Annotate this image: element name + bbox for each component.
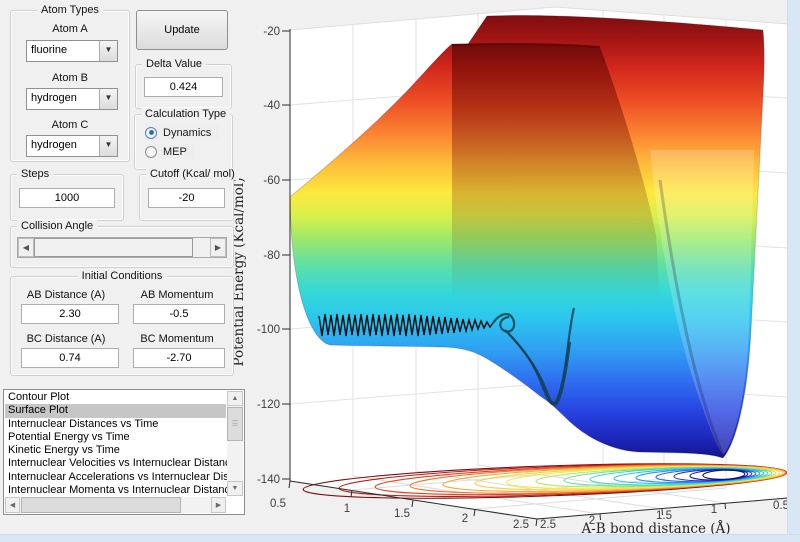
svg-text:-140: -140 xyxy=(257,474,280,486)
chevron-down-icon[interactable]: ▼ xyxy=(99,136,117,156)
radio-mep[interactable]: MEP xyxy=(145,144,195,159)
svg-text:-120: -120 xyxy=(257,399,280,411)
svg-text:1.5: 1.5 xyxy=(394,508,410,520)
atom-a-label: Atom A xyxy=(52,23,88,35)
atom-c-select[interactable]: hydrogen ▼ xyxy=(26,135,118,157)
list-item[interactable]: Internuclear Distances vs Time xyxy=(5,418,226,431)
atom-b-value: hydrogen xyxy=(31,92,77,104)
list-item[interactable]: Internuclear Momenta vs Internuclear Dis… xyxy=(5,484,236,497)
steps-group: Steps 1000 xyxy=(10,168,124,221)
bc-momentum-label: BC Momentum xyxy=(140,333,214,345)
delta-value-field[interactable]: 0.424 xyxy=(144,77,223,97)
atom-c-label: Atom C xyxy=(51,119,89,131)
window-frame-bottom xyxy=(0,534,800,542)
window-frame-right xyxy=(787,0,800,542)
bc-distance-field[interactable]: 0.74 xyxy=(21,348,119,368)
list-item-selected[interactable]: Surface Plot xyxy=(5,404,226,418)
plot-type-items: Contour Plot Surface Plot Internuclear D… xyxy=(5,391,238,497)
scroll-up-icon[interactable]: ▲ xyxy=(227,391,243,406)
svg-text:1: 1 xyxy=(711,504,717,516)
svg-text:-60: -60 xyxy=(263,175,280,187)
atom-c-value: hydrogen xyxy=(31,139,77,151)
atom-b-select[interactable]: hydrogen ▼ xyxy=(26,88,118,110)
collision-angle-title: Collision Angle xyxy=(17,220,98,232)
slider-right-arrow-icon[interactable]: ▶ xyxy=(210,238,226,257)
cutoff-field[interactable]: -20 xyxy=(148,188,225,208)
scroll-left-icon[interactable]: ◀ xyxy=(5,497,20,513)
svg-text:-80: -80 xyxy=(263,250,280,262)
steps-title: Steps xyxy=(17,168,54,180)
bc-momentum-field[interactable]: -2.70 xyxy=(133,348,225,368)
chevron-down-icon[interactable]: ▼ xyxy=(99,89,117,109)
cutoff-group: Cutoff (Kcal/ mol) -20 xyxy=(139,168,239,221)
delta-value-group: Delta Value 0.424 xyxy=(135,58,232,109)
list-item[interactable]: Kinetic Energy vs Time xyxy=(5,444,226,457)
collision-angle-group: Collision Angle ◀ ▶ xyxy=(10,220,234,268)
svg-text:2.5: 2.5 xyxy=(513,519,529,531)
delta-value-title: Delta Value xyxy=(142,58,207,70)
scroll-right-icon[interactable]: ▶ xyxy=(211,497,226,513)
bc-distance-label: BC Distance (A) xyxy=(26,333,106,345)
ab-momentum-label: AB Momentum xyxy=(140,289,214,301)
radio-unselected-icon[interactable] xyxy=(145,145,157,158)
atom-types-group: Atom Types Atom A fluorine ▼ Atom B hydr… xyxy=(10,4,130,162)
app-window: { "theme":{"background":"#f0f0f0","frame… xyxy=(0,0,800,542)
horizontal-scroll-thumb[interactable] xyxy=(21,497,181,513)
list-item[interactable]: Contour Plot xyxy=(5,391,226,404)
svg-text:-20: -20 xyxy=(263,26,280,38)
horizontal-scrollbar[interactable]: ◀ ▶ xyxy=(5,497,226,513)
svg-text:-40: -40 xyxy=(263,100,280,112)
list-item[interactable]: Internuclear Velocities vs Internuclear … xyxy=(5,457,237,470)
update-button[interactable]: Update xyxy=(136,10,228,50)
vertical-scroll-thumb[interactable]: ☰ xyxy=(227,407,243,441)
atom-a-value: fluorine xyxy=(31,44,68,56)
initial-conditions-group: Initial Conditions AB Distance (A) 2.30 … xyxy=(10,270,234,376)
chevron-down-icon[interactable]: ▼ xyxy=(99,41,117,61)
plot-type-listbox[interactable]: Contour Plot Surface Plot Internuclear D… xyxy=(3,389,245,515)
list-item[interactable]: Internuclear Accelerations vs Internucle… xyxy=(5,471,238,484)
ab-momentum-field[interactable]: -0.5 xyxy=(133,304,225,324)
svg-text:2: 2 xyxy=(462,513,468,525)
radio-selected-icon[interactable] xyxy=(145,126,157,139)
steps-field[interactable]: 1000 xyxy=(19,188,115,208)
calculation-type-title: Calculation Type xyxy=(141,108,231,120)
svg-text:-100: -100 xyxy=(257,324,280,336)
svg-text:1: 1 xyxy=(344,503,350,515)
scroll-down-icon[interactable]: ▼ xyxy=(227,481,243,496)
atom-a-select[interactable]: fluorine ▼ xyxy=(26,40,118,62)
cutoff-title: Cutoff (Kcal/ mol) xyxy=(146,168,239,180)
ab-distance-label: AB Distance (A) xyxy=(26,289,106,301)
svg-text:2.5: 2.5 xyxy=(540,519,556,531)
svg-text:0.5: 0.5 xyxy=(270,498,286,510)
list-item[interactable]: Potential Energy vs Time xyxy=(5,431,226,444)
radio-mep-label: MEP xyxy=(163,145,187,158)
slider-thumb[interactable] xyxy=(34,238,193,257)
atom-types-title: Atom Types xyxy=(37,4,103,16)
radio-dynamics[interactable]: Dynamics xyxy=(145,125,220,140)
collision-angle-slider[interactable]: ◀ ▶ xyxy=(17,237,227,258)
slider-left-arrow-icon[interactable]: ◀ xyxy=(18,238,34,257)
z-tick-labels: -20 -40 -60 -80 -100 -120 -140 xyxy=(257,26,280,486)
calculation-type-group: Calculation Type Dynamics MEP xyxy=(134,108,233,170)
atom-b-label: Atom B xyxy=(51,72,89,84)
radio-dynamics-label: Dynamics xyxy=(163,126,212,139)
initial-conditions-title: Initial Conditions xyxy=(77,270,167,282)
ab-distance-field[interactable]: 2.30 xyxy=(21,304,119,324)
vertical-scrollbar[interactable]: ▲ ☰ ▼ xyxy=(227,391,243,496)
